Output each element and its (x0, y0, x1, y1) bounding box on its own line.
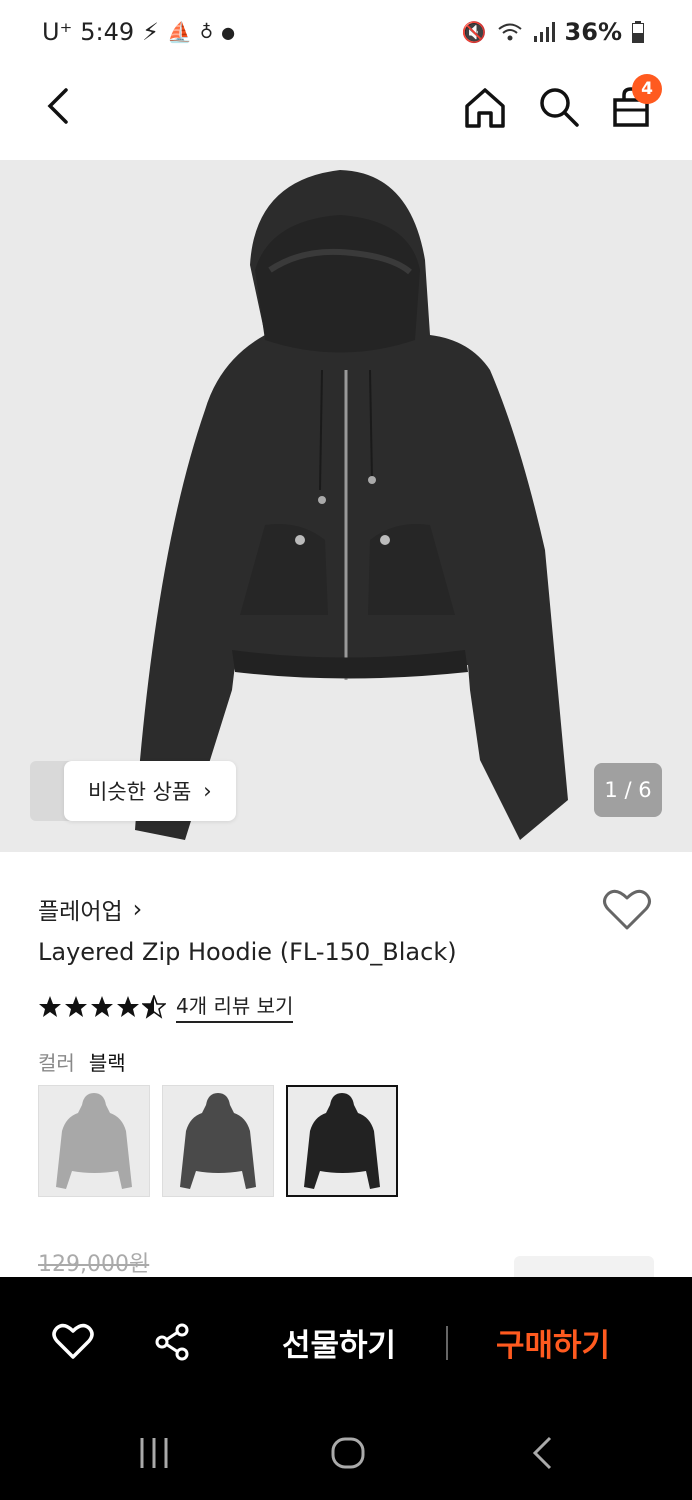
back-nav-button[interactable] (530, 1436, 554, 1474)
color-swatches (38, 1085, 398, 1197)
search-button[interactable] (536, 84, 582, 130)
original-price: 129,000원 (38, 1252, 150, 1277)
home-icon (465, 88, 505, 128)
status-bar: U⁺ 5:49 ⚡ ⛵ ♁ ● 🔇 36% (0, 0, 692, 68)
similar-products-label: 비슷한 상품 (88, 780, 192, 804)
rating-stars (38, 994, 166, 1019)
search-icon (540, 88, 579, 127)
gray-hoodie-thumbnail (56, 1093, 132, 1189)
star-icon (117, 995, 139, 1017)
chevron-right-icon: › (132, 895, 143, 923)
status-left: U⁺ 5:49 ⚡ ⛵ ♁ ● (42, 18, 235, 46)
home-nav-icon (331, 1437, 365, 1469)
dot-icon: ● (221, 22, 236, 42)
recent-apps-button[interactable] (138, 1436, 170, 1474)
app-bar (0, 68, 692, 160)
color-option-row: 컬러 블랙 (38, 1047, 126, 1076)
brand-link[interactable]: 플레어업 › (38, 892, 142, 926)
carrier-label: U⁺ (42, 18, 73, 46)
star-icon (39, 995, 61, 1017)
battery-icon (632, 21, 644, 43)
charging-icon: ⚡ (142, 18, 159, 46)
color-label: 컬러 (38, 1051, 75, 1075)
color-swatch-gray[interactable] (38, 1085, 150, 1197)
star-icon (65, 995, 87, 1017)
heart-outline-icon (603, 889, 651, 930)
bottom-wishlist-button[interactable] (52, 1322, 94, 1364)
chevron-right-icon: › (203, 779, 212, 803)
product-title: Layered Zip Hoodie (FL-150_Black) (38, 938, 457, 966)
battery-percent: 36% (564, 18, 622, 46)
buy-button[interactable]: 구매하기 (496, 1320, 610, 1365)
boat-icon: ⛵ (167, 20, 192, 44)
color-value: 블랙 (88, 1051, 126, 1075)
image-pager-indicator: 1 / 6 (594, 763, 662, 817)
color-swatch-charcoal[interactable] (162, 1085, 274, 1197)
charcoal-hoodie-thumbnail (180, 1093, 256, 1189)
status-time: 5:49 (80, 18, 135, 46)
action-divider (446, 1326, 448, 1360)
signal-icon (533, 22, 555, 42)
star-icon (91, 995, 113, 1017)
similar-products-button[interactable]: 비슷한 상품 › (30, 761, 236, 821)
home-nav-button[interactable] (330, 1436, 366, 1474)
back-button[interactable] (38, 86, 78, 126)
status-right: 🔇 36% (462, 18, 644, 46)
recent-apps-icon (140, 1438, 168, 1468)
rating-row: 4개 리뷰 보기 (38, 990, 294, 1023)
heart-outline-icon (52, 1323, 94, 1359)
back-arrow-icon (47, 88, 68, 124)
wishlist-button[interactable] (602, 888, 652, 936)
review-link[interactable]: 4개 리뷰 보기 (176, 990, 294, 1023)
back-nav-icon (532, 1436, 552, 1470)
mute-icon: 🔇 (461, 20, 487, 44)
black-hoodie-thumbnail (304, 1093, 380, 1189)
share-icon (155, 1323, 189, 1361)
cart-count-badge: 4 (632, 74, 662, 104)
color-swatch-black[interactable] (286, 1085, 398, 1197)
brand-name: 플레어업 (38, 899, 123, 925)
wifi-icon (497, 23, 522, 41)
star-half-icon (142, 994, 166, 1019)
hoodie-image (135, 170, 568, 840)
home-button[interactable] (462, 84, 508, 130)
notification-icon: ♁ (199, 21, 214, 43)
product-image-gallery[interactable] (0, 160, 692, 852)
similar-products-card: 비슷한 상품 › (64, 761, 236, 821)
share-button[interactable] (152, 1322, 192, 1366)
gift-button[interactable]: 선물하기 (282, 1320, 396, 1365)
